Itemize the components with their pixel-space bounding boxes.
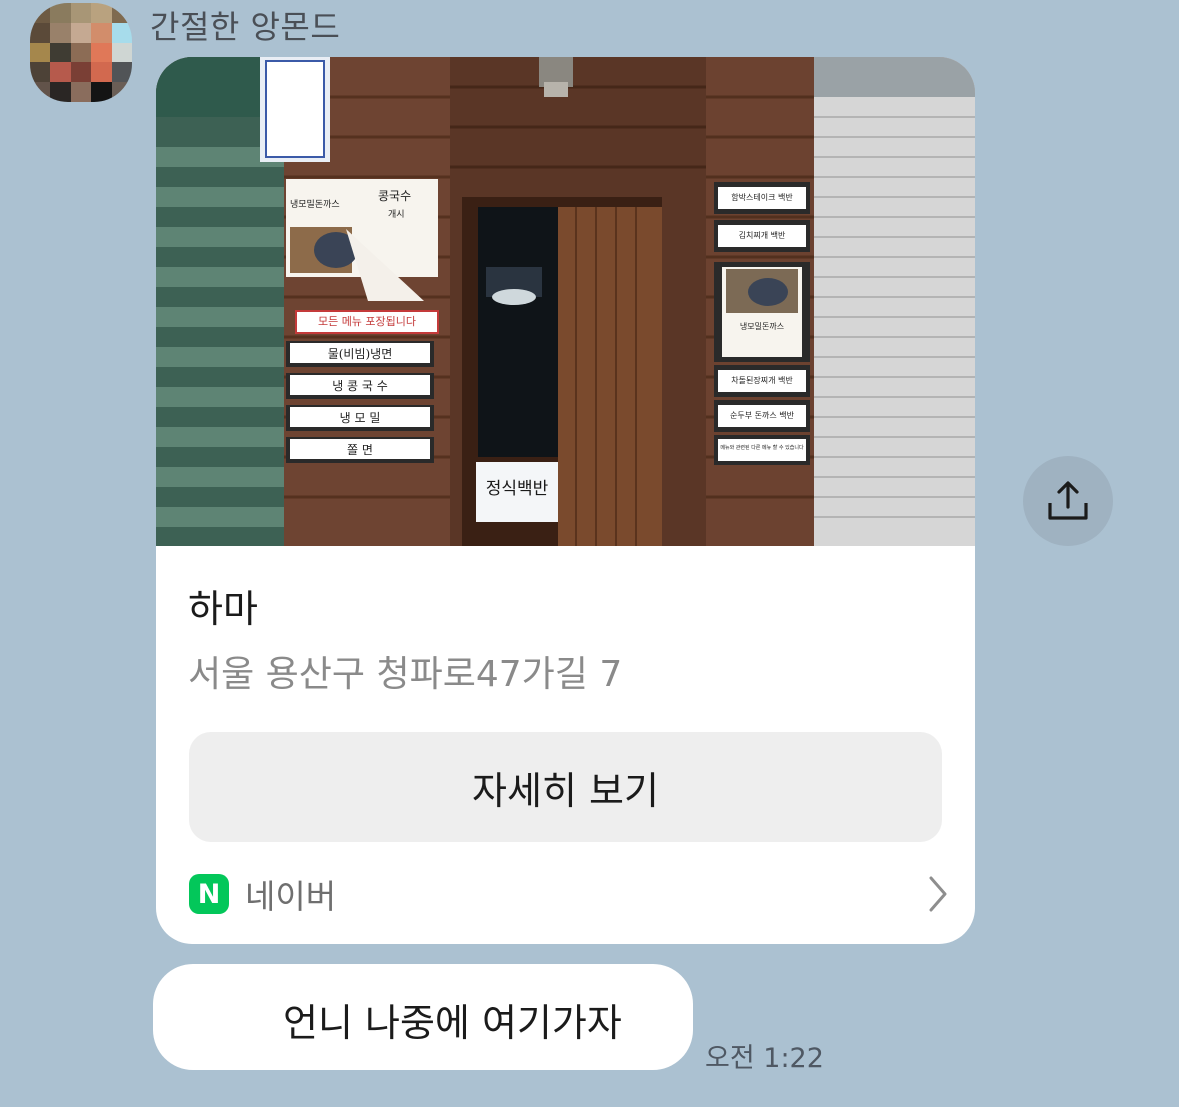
restaurant-entrance-photo (156, 57, 975, 546)
message-bubble[interactable]: 언니 나중에 여기가자 (153, 964, 693, 1070)
view-details-button[interactable]: 자세히 보기 (189, 732, 942, 842)
photo-sign-right-0: 함박스테이크 백반 (731, 193, 793, 202)
photo-poster-left-1: 콩국수 (378, 189, 412, 203)
photo-door-sign: 정식백반 (485, 479, 549, 499)
photo-sign-left-1: 물(비빔)냉면 (327, 347, 393, 361)
photo-sign-right-2: 냉모밀돈까스 (739, 322, 785, 331)
photo-sign-right-4: 순두부 돈까스 백반 (730, 411, 794, 420)
place-photo[interactable]: 모든 메뉴 포장됩니다 물(비빔)냉면 냉 콩 국 수 냉 모 밀 쫄 면 냉모… (156, 57, 975, 546)
place-name[interactable]: 하마 (188, 578, 258, 633)
photo-poster-left-2: 개시 (388, 210, 405, 220)
chevron-right-icon (929, 876, 947, 912)
photo-sign-left-3: 냉 모 밀 (339, 411, 381, 425)
share-button[interactable] (1023, 456, 1113, 546)
source-label: 네이버 (245, 877, 337, 916)
place-address[interactable]: 서울 용산구 청파로47가길 7 (188, 645, 622, 697)
message-text: 언니 나중에 여기가자 (283, 1001, 622, 1045)
sender-name: 간절한 앙몬드 (150, 8, 341, 46)
photo-sign-left-2: 냉 콩 국 수 (332, 379, 388, 393)
photo-sign-left-0: 모든 메뉴 포장됩니다 (317, 315, 417, 328)
place-card[interactable]: 모든 메뉴 포장됩니다 물(비빔)냉면 냉 콩 국 수 냉 모 밀 쫄 면 냉모… (156, 57, 975, 944)
photo-sign-right-1: 김치찌개 백반 (738, 231, 786, 240)
photo-poster-left-0: 냉모밀돈까스 (290, 200, 340, 210)
avatar[interactable] (30, 3, 132, 102)
photo-sign-right-5: 메뉴와 관련된 다른 메뉴 할 수 있습니다 (720, 445, 804, 451)
source-link-naver[interactable]: N 네이버 (189, 871, 949, 917)
photo-sign-left-4: 쫄 면 (347, 443, 373, 457)
naver-logo-icon: N (189, 874, 229, 914)
photo-sign-right-3: 차돌된장찌개 백반 (731, 376, 793, 385)
message-timestamp: 오전 1:22 (705, 1043, 824, 1074)
share-icon (1048, 481, 1088, 520)
